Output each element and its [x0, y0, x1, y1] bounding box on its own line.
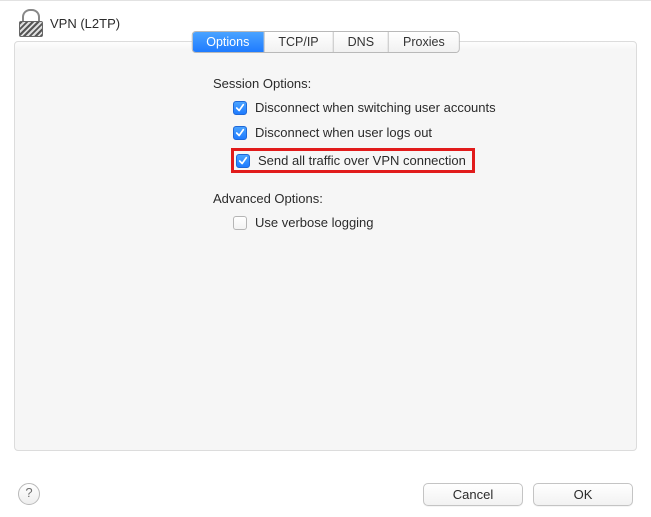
checkbox-verbose-logging[interactable]: [233, 216, 247, 230]
cancel-button[interactable]: Cancel: [423, 483, 523, 506]
vpn-advanced-sheet: VPN (L2TP) Options TCP/IP DNS Proxies Se…: [0, 0, 651, 517]
sheet-footer: ? Cancel OK: [0, 471, 651, 517]
advanced-options-group: Use verbose logging: [231, 213, 636, 232]
session-options-group: Disconnect when switching user accounts …: [231, 98, 636, 173]
option-send-all-traffic[interactable]: Send all traffic over VPN connection: [231, 148, 475, 173]
option-label: Use verbose logging: [255, 215, 374, 230]
option-label: Send all traffic over VPN connection: [258, 153, 466, 168]
checkbox-send-all-traffic[interactable]: [236, 154, 250, 168]
tab-proxies[interactable]: Proxies: [389, 32, 459, 52]
help-button[interactable]: ?: [18, 483, 40, 505]
tab-tcpip[interactable]: TCP/IP: [264, 32, 333, 52]
session-options-heading: Session Options:: [213, 76, 636, 91]
checkbox-disconnect-logout[interactable]: [233, 126, 247, 140]
tab-bar: Options TCP/IP DNS Proxies: [191, 31, 459, 53]
tab-dns[interactable]: DNS: [334, 32, 389, 52]
options-content: Session Options: Disconnect when switchi…: [15, 42, 636, 232]
checkbox-disconnect-switch-user[interactable]: [233, 101, 247, 115]
option-verbose-logging[interactable]: Use verbose logging: [231, 213, 380, 232]
option-label: Disconnect when user logs out: [255, 125, 432, 140]
lock-icon: [18, 11, 42, 35]
tab-options[interactable]: Options: [192, 32, 264, 52]
sheet-title: VPN (L2TP): [50, 16, 120, 31]
ok-button[interactable]: OK: [533, 483, 633, 506]
option-disconnect-logout[interactable]: Disconnect when user logs out: [231, 123, 438, 142]
option-label: Disconnect when switching user accounts: [255, 100, 496, 115]
option-disconnect-switch-user[interactable]: Disconnect when switching user accounts: [231, 98, 502, 117]
advanced-options-heading: Advanced Options:: [213, 191, 636, 206]
settings-panel: Options TCP/IP DNS Proxies Session Optio…: [14, 41, 637, 451]
